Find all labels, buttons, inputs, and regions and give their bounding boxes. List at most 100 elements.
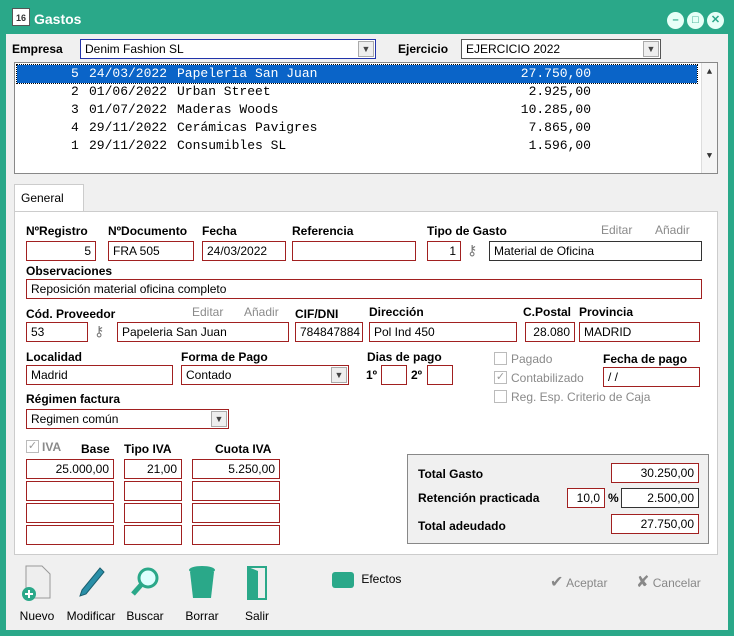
- tipo-iva-label: Tipo IVA: [124, 442, 172, 456]
- tipo-gasto-field[interactable]: Material de Oficina: [489, 241, 702, 261]
- modificar-label: Modificar: [66, 609, 116, 623]
- tipo-iva-field[interactable]: [124, 525, 182, 545]
- retencion-field[interactable]: 2.500,00: [621, 488, 699, 508]
- dia1-field[interactable]: [381, 365, 407, 385]
- localidad-field[interactable]: Madrid: [26, 365, 173, 385]
- chevron-down-icon[interactable]: ▼: [331, 367, 347, 383]
- cancel-x-icon: ✘: [636, 574, 650, 591]
- chevron-down-icon[interactable]: ▼: [211, 411, 227, 427]
- regimen-value: Regimen común: [31, 412, 119, 426]
- tipo-iva-field[interactable]: [124, 503, 182, 523]
- minimize-button[interactable]: –: [667, 12, 684, 29]
- nregistro-field[interactable]: 5: [26, 241, 96, 261]
- percent-label: %: [608, 491, 619, 505]
- iva-label: IVA: [42, 440, 62, 454]
- proveedor-field[interactable]: Papeleria San Juan: [117, 322, 289, 342]
- cif-field[interactable]: 784847884: [295, 322, 363, 342]
- tipo-iva-field[interactable]: 21,00: [124, 459, 182, 479]
- tipo-gasto-code-field[interactable]: 1: [427, 241, 461, 261]
- cuota-iva-field[interactable]: [192, 481, 280, 501]
- total-gasto-field[interactable]: 30.250,00: [611, 463, 699, 483]
- reg-esp-checkbox[interactable]: [494, 390, 507, 403]
- dia1-label: 1º: [366, 368, 378, 382]
- list-item-name: Urban Street: [177, 84, 271, 99]
- list-item[interactable]: 2 01/06/2022 Urban Street 2.925,00: [17, 83, 697, 101]
- list-item[interactable]: 3 01/07/2022 Maderas Woods 10.285,00: [17, 101, 697, 119]
- fecha-field[interactable]: 24/03/2022: [202, 241, 286, 261]
- list-item-amount: 10.285,00: [520, 102, 591, 117]
- iva-checkbox[interactable]: ✓: [26, 440, 39, 453]
- efectos-button[interactable]: Efectos: [332, 572, 401, 588]
- base-label: Base: [81, 442, 110, 456]
- forma-pago-select[interactable]: Contado ▼: [181, 365, 349, 385]
- list-item[interactable]: 1 29/11/2022 Consumibles SL 1.596,00: [17, 137, 697, 155]
- tipo-iva-field[interactable]: [124, 481, 182, 501]
- base-field[interactable]: 25.000,00: [26, 459, 114, 479]
- editar-proveedor-link[interactable]: Editar: [192, 305, 223, 319]
- aceptar-button[interactable]: ✔ Aceptar: [550, 572, 607, 592]
- close-button[interactable]: ✕: [707, 12, 724, 29]
- chevron-down-icon[interactable]: ▼: [702, 151, 717, 161]
- salir-button[interactable]: Salir: [232, 564, 282, 623]
- window-title: Gastos: [34, 11, 82, 27]
- borrar-label: Borrar: [185, 609, 219, 623]
- ejercicio-label: Ejercicio: [398, 42, 449, 56]
- chevron-up-icon[interactable]: ▲: [702, 67, 717, 77]
- observaciones-field[interactable]: Reposición material oficina completo: [26, 279, 702, 299]
- ndocumento-field[interactable]: FRA 505: [108, 241, 194, 261]
- cpostal-label: C.Postal: [523, 305, 572, 319]
- forma-pago-value: Contado: [186, 368, 232, 382]
- list-item-number: 4: [71, 120, 79, 135]
- cuota-iva-field[interactable]: [192, 503, 280, 523]
- total-adeudado-label: Total adeudado: [418, 519, 506, 533]
- anadir-proveedor-link[interactable]: Añadir: [244, 305, 279, 319]
- nregistro-label: NºRegistro: [26, 224, 88, 238]
- total-adeudado-field[interactable]: 27.750,00: [611, 514, 699, 534]
- ejercicio-select[interactable]: EJERCICIO 2022 ▼: [461, 39, 661, 59]
- fecha-pago-field[interactable]: / /: [603, 367, 700, 387]
- editar-tipo-gasto-link[interactable]: Editar: [601, 223, 632, 237]
- nuevo-button[interactable]: Nuevo: [12, 564, 62, 623]
- list-item-date: 24/03/2022: [89, 66, 168, 81]
- cuota-iva-field[interactable]: 5.250,00: [192, 459, 280, 479]
- referencia-label: Referencia: [292, 224, 354, 238]
- dia2-field[interactable]: [427, 365, 453, 385]
- chevron-down-icon[interactable]: ▼: [643, 41, 659, 57]
- key-icon[interactable]: ⚷: [467, 242, 483, 258]
- list-item-date: 01/06/2022: [89, 84, 168, 99]
- gastos-list[interactable]: 5 24/03/2022 Papeleria San Juan 27.750,0…: [14, 62, 718, 174]
- modificar-button[interactable]: Modificar: [66, 564, 116, 623]
- retencion-pct-field[interactable]: 10,0: [567, 488, 605, 508]
- cancelar-button[interactable]: ✘ Cancelar: [636, 572, 701, 592]
- regimen-select[interactable]: Regimen común ▼: [26, 409, 229, 429]
- chevron-down-icon[interactable]: ▼: [358, 41, 374, 57]
- anadir-tipo-gasto-link[interactable]: Añadir: [655, 223, 690, 237]
- cif-label: CIF/DNI: [295, 307, 339, 321]
- provincia-field[interactable]: MADRID: [579, 322, 700, 342]
- cuota-iva-field[interactable]: [192, 525, 280, 545]
- cpostal-field[interactable]: 28.080: [525, 322, 575, 342]
- base-field[interactable]: [26, 481, 114, 501]
- list-item[interactable]: 5 24/03/2022 Papeleria San Juan 27.750,0…: [16, 64, 698, 84]
- direccion-field[interactable]: Pol Ind 450: [369, 322, 517, 342]
- key-icon[interactable]: ⚷: [94, 323, 110, 339]
- list-item-name: Consumibles SL: [177, 138, 287, 153]
- maximize-button[interactable]: □: [687, 12, 704, 29]
- pagado-checkbox[interactable]: [494, 352, 507, 365]
- base-field[interactable]: [26, 503, 114, 523]
- referencia-field[interactable]: [292, 241, 416, 261]
- list-item[interactable]: 4 29/11/2022 Cerámicas Pavigres 7.865,00: [17, 119, 697, 137]
- forma-pago-label: Forma de Pago: [181, 350, 268, 364]
- title-bar[interactable]: 16 Gastos – □ ✕: [6, 0, 728, 34]
- dia2-label: 2º: [411, 368, 423, 382]
- empresa-select[interactable]: Denim Fashion SL ▼: [80, 39, 376, 59]
- base-field[interactable]: [26, 525, 114, 545]
- cod-proveedor-field[interactable]: 53: [26, 322, 88, 342]
- tab-general[interactable]: General: [14, 184, 84, 212]
- buscar-button[interactable]: Buscar: [120, 564, 170, 623]
- borrar-button[interactable]: Borrar: [177, 564, 227, 623]
- list-scrollbar[interactable]: ▲ ▼: [701, 63, 717, 173]
- contabilizado-checkbox[interactable]: ✓: [494, 371, 507, 384]
- localidad-label: Localidad: [26, 350, 83, 364]
- calendar-icon: 16: [12, 8, 30, 26]
